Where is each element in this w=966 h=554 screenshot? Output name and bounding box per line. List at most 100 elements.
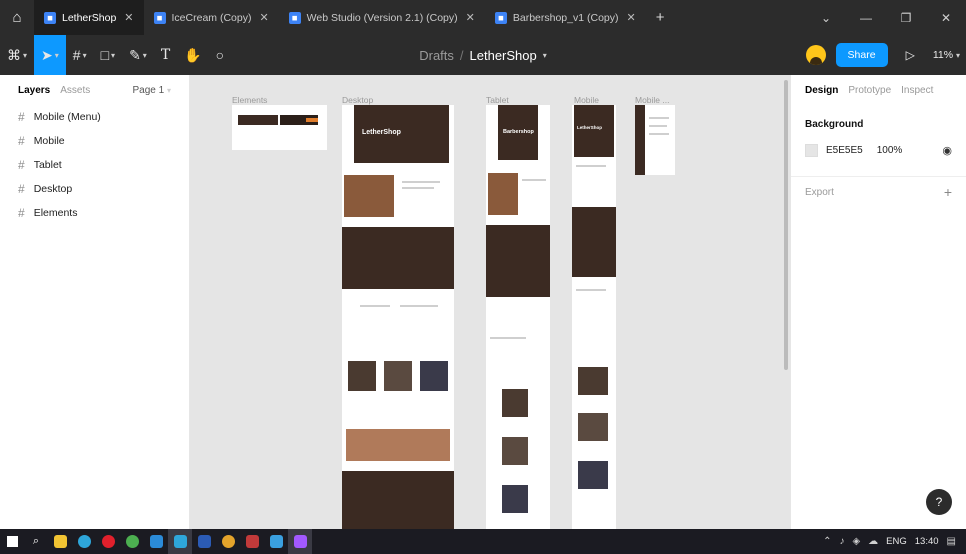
main-menu-button[interactable]: ⌘ ▾ [0,35,34,75]
desktop-frame[interactable]: LetherShop [342,105,454,529]
zoom-menu[interactable]: 11% ▾ [933,49,960,61]
tab-web-studio[interactable]: ◼ Web Studio (Version 2.1) (Copy) ✕ [279,0,485,35]
chrome-alt-icon[interactable] [216,529,240,554]
frame-icon: # [18,206,25,220]
master-photo [384,361,412,391]
canvas[interactable]: Elements Desktop Tablet Mobile Mobile ..… [190,75,790,529]
app-icon[interactable] [240,529,264,554]
window-controls: ⌄ — ❐ ✕ [806,0,966,35]
windows-start-icon[interactable] [0,529,24,554]
tab-inspect[interactable]: Inspect [901,85,933,96]
hand-tool-button[interactable]: ✋ [177,35,208,75]
new-tab-button[interactable]: + [646,0,675,35]
close-icon[interactable]: ✕ [259,11,268,24]
share-button[interactable]: Share [835,43,888,67]
telegram-icon[interactable] [72,529,96,554]
move-tool-button[interactable]: ➤ ▾ [34,35,66,75]
close-window-icon[interactable]: ✕ [926,0,966,35]
present-icon[interactable]: ▷ [898,48,923,62]
avatar[interactable] [805,45,826,65]
toolbar: ⌘ ▾ ➤ ▾ # ▾ □ ▾ ✎ ▾ T ✋ ○ Drafts / LetherShop… [0,35,966,75]
chevron-up-icon[interactable]: ⌃ [823,536,831,547]
language-indicator[interactable]: ENG [886,536,907,547]
layer-item[interactable]: # Mobile [0,129,189,153]
elements-frame[interactable] [232,105,327,150]
minimize-icon[interactable]: — [846,0,886,35]
comment-tool-button[interactable]: ○ [209,35,231,75]
figma-app-icon[interactable] [288,529,312,554]
layer-item[interactable]: # Tablet [0,153,189,177]
page-selector[interactable]: Page 1 ▾ [133,85,172,96]
tab-icecream[interactable]: ◼ IceCream (Copy) ✕ [144,0,279,35]
frame-label-mobile-menu[interactable]: Mobile ... [635,95,670,105]
eye-icon[interactable]: ◉ [942,144,952,157]
plus-icon[interactable]: + [944,184,952,200]
chevron-down-icon: ▾ [111,50,116,60]
text-tool-button[interactable]: T [154,35,177,75]
master-photo [502,437,528,465]
page-name: Page 1 [132,84,165,96]
tab-barbershop[interactable]: ◼ Barbershop_v1 (Copy) ✕ [485,0,646,35]
chevron-down-icon: ▾ [166,85,171,95]
volume-icon[interactable]: ♪ [839,536,844,547]
close-icon[interactable]: ✕ [124,11,133,24]
vscode-icon[interactable] [144,529,168,554]
chrome-icon[interactable] [120,529,144,554]
frame-icon: # [18,110,25,124]
tab-lethershop[interactable]: ◼ LetherShop ✕ [34,0,144,35]
mobile-frame[interactable]: LetherShop [572,105,616,529]
file-explorer-icon[interactable] [48,529,72,554]
text-line [576,165,606,167]
products-gallery [346,429,450,461]
tab-layers[interactable]: Layers [18,85,50,96]
file-name[interactable]: LetherShop [470,48,537,63]
master-photo [420,361,448,391]
layer-item[interactable]: # Elements [0,201,189,225]
opera-icon[interactable] [96,529,120,554]
close-icon[interactable]: ✕ [627,11,636,24]
master-photo [578,461,608,489]
color-swatch[interactable] [805,143,818,157]
tab-design[interactable]: Design [805,85,838,96]
frame-tool-button[interactable]: # ▾ [66,35,94,75]
master-photo [578,367,608,395]
maximize-icon[interactable]: ❐ [886,0,926,35]
frame-label-tablet[interactable]: Tablet [486,95,509,105]
network-icon[interactable]: ◈ [852,536,860,547]
mobile-menu-frame[interactable] [635,105,675,175]
background-hex[interactable]: E5E5E5 [826,145,863,156]
clock[interactable]: 13:40 [915,536,939,547]
close-icon[interactable]: ✕ [466,11,475,24]
shape-tool-button[interactable]: □ ▾ [94,35,122,75]
word-icon[interactable] [192,529,216,554]
tab-assets[interactable]: Assets [60,85,90,96]
layer-item[interactable]: # Desktop [0,177,189,201]
canvas-scrollbar[interactable] [784,80,788,370]
tab-prototype[interactable]: Prototype [848,85,891,96]
tablet-frame[interactable]: Barbershop [486,105,550,529]
element-dark-bar [238,115,278,125]
notification-icon[interactable]: ▤ [947,536,956,547]
project-name[interactable]: Drafts [419,48,454,63]
help-button[interactable]: ? [926,489,952,515]
search-icon[interactable]: ⌕ [24,529,48,554]
pen-icon: ✎ [129,46,141,63]
mobile-menu-overlay [635,105,645,175]
desktop-services-section [342,227,454,289]
layer-item[interactable]: # Mobile (Menu) [0,105,189,129]
chevron-down-icon[interactable]: ⌄ [806,0,846,35]
pen-tool-button[interactable]: ✎ ▾ [122,35,154,75]
home-icon[interactable]: ⌂ [0,0,34,35]
frame-label-mobile[interactable]: Mobile [574,95,599,105]
frame-label-elements[interactable]: Elements [232,95,267,105]
tablet-hero-title: Barbershop [503,129,534,135]
desktop-hero-title: LetherShop [362,129,401,136]
layer-label: Mobile [33,135,65,147]
layer-label: Desktop [33,183,73,195]
background-opacity[interactable]: 100% [877,145,903,156]
chevron-down-icon[interactable]: ▾ [543,51,547,60]
telegram-desktop-icon[interactable] [168,529,192,554]
frame-label-desktop[interactable]: Desktop [342,95,373,105]
app-icon[interactable] [264,529,288,554]
cloud-icon[interactable]: ☁ [868,536,878,547]
